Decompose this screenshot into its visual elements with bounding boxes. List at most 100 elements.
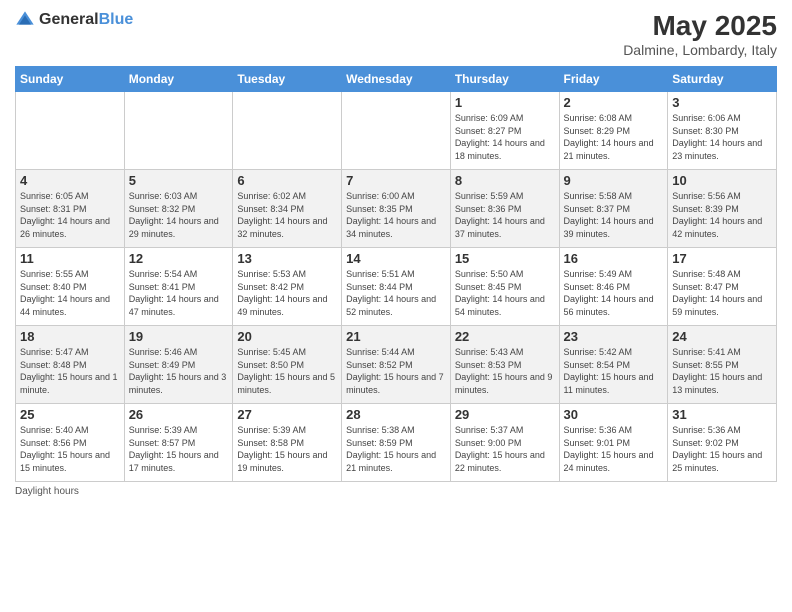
day-info: Sunrise: 5:44 AM Sunset: 8:52 PM Dayligh…: [346, 346, 446, 396]
day-number: 29: [455, 407, 555, 422]
logo-blue: Blue: [99, 11, 134, 28]
day-cell: 14 Sunrise: 5:51 AM Sunset: 8:44 PM Dayli…: [342, 248, 451, 326]
day-number: 18: [20, 329, 120, 344]
day-info: Sunrise: 5:45 AM Sunset: 8:50 PM Dayligh…: [237, 346, 337, 396]
col-header-wednesday: Wednesday: [342, 67, 451, 92]
day-info: Sunrise: 5:53 AM Sunset: 8:42 PM Dayligh…: [237, 268, 337, 318]
week-row-1: 1 Sunrise: 6:09 AM Sunset: 8:27 PM Daylig…: [16, 92, 777, 170]
day-info: Sunrise: 5:50 AM Sunset: 8:45 PM Dayligh…: [455, 268, 555, 318]
day-cell: [233, 92, 342, 170]
day-cell: 17Sunrise: 5:48 AM Sunset: 8:47 PM Dayli…: [668, 248, 777, 326]
day-number: 31: [672, 407, 772, 422]
day-cell: 27Sunrise: 5:39 AM Sunset: 8:58 PM Dayli…: [233, 404, 342, 482]
day-cell: 24Sunrise: 5:41 AM Sunset: 8:55 PM Dayli…: [668, 326, 777, 404]
day-number: 15: [455, 251, 555, 266]
day-info: Sunrise: 5:47 AM Sunset: 8:48 PM Dayligh…: [20, 346, 120, 396]
day-number: 12: [129, 251, 229, 266]
day-cell: 26 Sunrise: 5:39 AM Sunset: 8:57 PM Dayli…: [124, 404, 233, 482]
day-info: Sunrise: 5:42 AM Sunset: 8:54 PM Dayligh…: [564, 346, 664, 396]
day-cell: 20 Sunrise: 5:45 AM Sunset: 8:50 PM Dayli…: [233, 326, 342, 404]
day-number: 26: [129, 407, 229, 422]
day-number: 23: [564, 329, 664, 344]
day-number: 22: [455, 329, 555, 344]
day-number: 8: [455, 173, 555, 188]
day-number: 9: [564, 173, 664, 188]
day-cell: [16, 92, 125, 170]
day-info: Sunrise: 5:39 AM Sunset: 8:57 PM Dayligh…: [129, 424, 229, 474]
day-cell: 1 Sunrise: 6:09 AM Sunset: 8:27 PM Daylig…: [450, 92, 559, 170]
day-info: Sunrise: 5:54 AM Sunset: 8:41 PM Dayligh…: [129, 268, 229, 318]
footer: Daylight hours: [15, 486, 777, 497]
logo-general: General: [39, 11, 99, 28]
day-number: 25: [20, 407, 120, 422]
day-cell: 29 Sunrise: 5:37 AM Sunset: 9:00 PM Dayli…: [450, 404, 559, 482]
subtitle: Dalmine, Lombardy, Italy: [623, 42, 777, 58]
day-info: Sunrise: 5:36 AM Sunset: 9:02 PM Dayligh…: [672, 424, 772, 474]
day-number: 4: [20, 173, 120, 188]
day-cell: 13 Sunrise: 5:53 AM Sunset: 8:42 PM Dayli…: [233, 248, 342, 326]
day-info: Sunrise: 5:49 AM Sunset: 8:46 PM Dayligh…: [564, 268, 664, 318]
col-header-saturday: Saturday: [668, 67, 777, 92]
day-cell: 2 Sunrise: 6:08 AM Sunset: 8:29 PM Daylig…: [559, 92, 668, 170]
day-cell: 23 Sunrise: 5:42 AM Sunset: 8:54 PM Dayli…: [559, 326, 668, 404]
day-number: 2: [564, 95, 664, 110]
day-number: 7: [346, 173, 446, 188]
page: GeneralBlue May 2025 Dalmine, Lombardy, …: [0, 0, 792, 612]
day-info: Sunrise: 5:51 AM Sunset: 8:44 PM Dayligh…: [346, 268, 446, 318]
day-cell: 4 Sunrise: 6:05 AM Sunset: 8:31 PM Daylig…: [16, 170, 125, 248]
day-number: 14: [346, 251, 446, 266]
day-cell: [124, 92, 233, 170]
day-info: Sunrise: 5:56 AM Sunset: 8:39 PM Dayligh…: [672, 190, 772, 240]
day-cell: 9 Sunrise: 5:58 AM Sunset: 8:37 PM Daylig…: [559, 170, 668, 248]
day-number: 10: [672, 173, 772, 188]
day-info: Sunrise: 5:39 AM Sunset: 8:58 PM Dayligh…: [237, 424, 337, 474]
day-number: 3: [672, 95, 772, 110]
day-info: Sunrise: 5:37 AM Sunset: 9:00 PM Dayligh…: [455, 424, 555, 474]
day-cell: 25Sunrise: 5:40 AM Sunset: 8:56 PM Dayli…: [16, 404, 125, 482]
day-cell: 16 Sunrise: 5:49 AM Sunset: 8:46 PM Dayli…: [559, 248, 668, 326]
day-number: 11: [20, 251, 120, 266]
day-cell: 6Sunrise: 6:02 AM Sunset: 8:34 PM Daylig…: [233, 170, 342, 248]
day-cell: 3Sunrise: 6:06 AM Sunset: 8:30 PM Daylig…: [668, 92, 777, 170]
col-header-sunday: Sunday: [16, 67, 125, 92]
day-cell: 8 Sunrise: 5:59 AM Sunset: 8:36 PM Daylig…: [450, 170, 559, 248]
col-header-thursday: Thursday: [450, 67, 559, 92]
day-number: 1: [455, 95, 555, 110]
day-number: 20: [237, 329, 337, 344]
day-info: Sunrise: 6:08 AM Sunset: 8:29 PM Dayligh…: [564, 112, 664, 162]
day-number: 13: [237, 251, 337, 266]
week-row-3: 11 Sunrise: 5:55 AM Sunset: 8:40 PM Dayli…: [16, 248, 777, 326]
day-cell: [342, 92, 451, 170]
day-cell: 28 Sunrise: 5:38 AM Sunset: 8:59 PM Dayli…: [342, 404, 451, 482]
day-info: Sunrise: 5:58 AM Sunset: 8:37 PM Dayligh…: [564, 190, 664, 240]
logo-icon: [15, 10, 35, 30]
week-row-2: 4 Sunrise: 6:05 AM Sunset: 8:31 PM Daylig…: [16, 170, 777, 248]
day-cell: 5Sunrise: 6:03 AM Sunset: 8:32 PM Daylig…: [124, 170, 233, 248]
day-cell: 7 Sunrise: 6:00 AM Sunset: 8:35 PM Daylig…: [342, 170, 451, 248]
day-cell: 22Sunrise: 5:43 AM Sunset: 8:53 PM Dayli…: [450, 326, 559, 404]
day-info: Sunrise: 5:38 AM Sunset: 8:59 PM Dayligh…: [346, 424, 446, 474]
day-cell: 15 Sunrise: 5:50 AM Sunset: 8:45 PM Dayli…: [450, 248, 559, 326]
col-header-tuesday: Tuesday: [233, 67, 342, 92]
day-info: Sunrise: 5:48 AM Sunset: 8:47 PM Dayligh…: [672, 268, 772, 318]
day-number: 28: [346, 407, 446, 422]
day-info: Sunrise: 5:55 AM Sunset: 8:40 PM Dayligh…: [20, 268, 120, 318]
calendar-table: SundayMondayTuesdayWednesdayThursdayFrid…: [15, 66, 777, 482]
logo: GeneralBlue: [15, 10, 133, 30]
day-number: 24: [672, 329, 772, 344]
day-number: 16: [564, 251, 664, 266]
header-row: SundayMondayTuesdayWednesdayThursdayFrid…: [16, 67, 777, 92]
title-block: May 2025 Dalmine, Lombardy, Italy: [623, 10, 777, 58]
day-cell: 11 Sunrise: 5:55 AM Sunset: 8:40 PM Dayli…: [16, 248, 125, 326]
day-info: Sunrise: 6:00 AM Sunset: 8:35 PM Dayligh…: [346, 190, 446, 240]
day-cell: 19 Sunrise: 5:46 AM Sunset: 8:49 PM Dayli…: [124, 326, 233, 404]
col-header-friday: Friday: [559, 67, 668, 92]
day-info: Sunrise: 6:09 AM Sunset: 8:27 PM Dayligh…: [455, 112, 555, 162]
day-cell: 18 Sunrise: 5:47 AM Sunset: 8:48 PM Dayli…: [16, 326, 125, 404]
col-header-monday: Monday: [124, 67, 233, 92]
day-info: Sunrise: 5:46 AM Sunset: 8:49 PM Dayligh…: [129, 346, 229, 396]
day-info: Sunrise: 6:05 AM Sunset: 8:31 PM Dayligh…: [20, 190, 120, 240]
day-number: 19: [129, 329, 229, 344]
day-info: Sunrise: 5:59 AM Sunset: 8:36 PM Dayligh…: [455, 190, 555, 240]
day-number: 21: [346, 329, 446, 344]
